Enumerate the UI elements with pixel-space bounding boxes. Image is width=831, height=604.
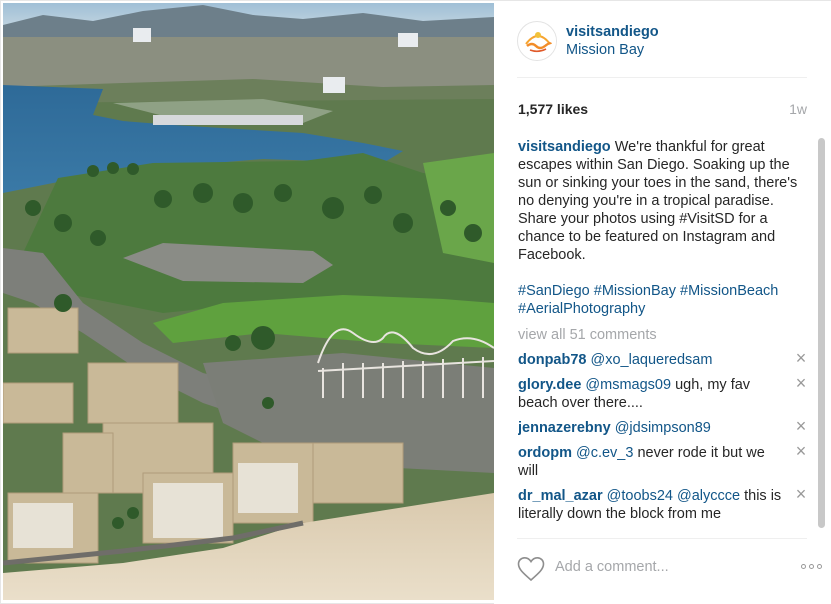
comment-item: ordopm @c.ev_3 never rode it but we will… [518,442,808,480]
comment-mention-link[interactable]: @toobs24 @alyccce [603,488,740,504]
close-icon[interactable]: × [794,485,808,503]
aerial-photo-image [3,3,494,600]
close-icon[interactable]: × [794,417,808,435]
post-username-link[interactable]: visitsandiego [566,24,659,40]
comment-username-link[interactable]: ordopm [518,445,572,461]
comment-mention-link[interactable]: @jdsimpson89 [611,420,711,436]
close-icon[interactable]: × [794,349,808,367]
post-location-link[interactable]: Mission Bay [566,42,644,58]
comment-item: jennazerebny @jdsimpson89 × [518,417,808,437]
post-age[interactable]: 1w [789,101,807,117]
view-all-comments-link[interactable]: view all 51 comments [518,326,808,344]
comments-scrollbar[interactable] [818,138,825,536]
dot-icon [809,563,814,569]
comments-list[interactable]: visitsandiego We're thankful for great e… [518,138,808,536]
more-options-icon[interactable] [801,559,827,573]
comment-mention-link[interactable]: @msmags09 [581,377,671,393]
caption-author-link[interactable]: visitsandiego [518,139,611,155]
caption-text: We're thankful for great escapes within … [518,139,798,263]
scrollbar-thumb[interactable] [818,138,825,528]
dot-icon [817,563,822,569]
post-details-panel: visitsandiego Mission Bay 1,577 likes 1w… [494,1,831,604]
post-footer [517,538,822,598]
caption-hashtags[interactable]: #SanDiego #MissionBay #MissionBeach #Aer… [518,282,808,318]
visitsandiego-logo-icon [519,23,556,60]
heart-icon[interactable] [517,556,545,582]
avatar[interactable] [517,21,557,61]
comment-item: donpab78 @xo_laqueredsam × [518,349,808,369]
comment-mention-link[interactable]: @c.ev_3 [572,445,633,461]
post-photo[interactable] [3,3,494,600]
post-header: visitsandiego Mission Bay [517,18,807,78]
post-container: visitsandiego Mission Bay 1,577 likes 1w… [0,0,831,604]
add-comment-input[interactable] [555,555,755,579]
comment-username-link[interactable]: jennazerebny [518,420,611,436]
comment-username-link[interactable]: donpab78 [518,352,586,368]
dot-icon [801,563,806,569]
close-icon[interactable]: × [794,442,808,460]
likes-count[interactable]: 1,577 likes [518,101,588,117]
comment-username-link[interactable]: glory.dee [518,377,581,393]
comment-item: glory.dee @msmags09 ugh, my fav beach ov… [518,374,808,412]
close-icon[interactable]: × [794,374,808,392]
comment-mention-link[interactable]: @xo_laqueredsam [586,352,713,368]
post-caption: visitsandiego We're thankful for great e… [518,138,808,264]
comment-username-link[interactable]: dr_mal_azar [518,488,603,504]
comment-item: dr_mal_azar @toobs24 @alyccce this is li… [518,485,808,523]
